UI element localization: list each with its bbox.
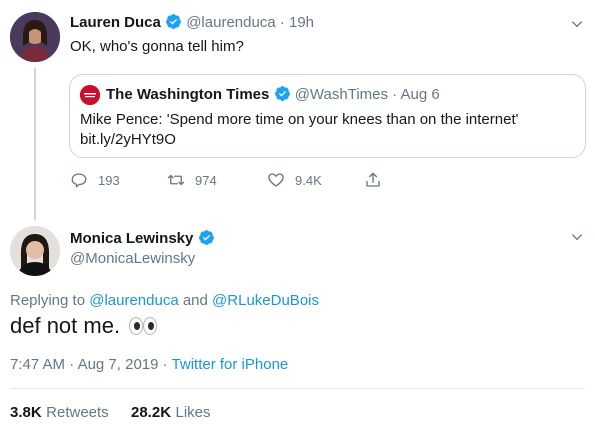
first-tweet-header: Lauren Duca @laurenduca · 19h [70,13,314,31]
quote-author-name: The Washington Times [106,86,270,103]
reply-count: 193 [98,172,120,188]
first-tweet-text: OK, who's gonna tell him? [70,38,244,55]
tweet-time[interactable]: 19h [289,14,314,31]
replying-and: and [182,292,208,309]
reply-user-link[interactable]: @RLukeDuBois [212,292,319,309]
eyes-emoji-icon [129,317,158,335]
share-action[interactable] [364,171,392,189]
avatar-monica-image [10,226,60,276]
main-author-handle[interactable]: @MonicaLewinsky [70,250,195,267]
retweet-action[interactable]: 974 [167,171,217,189]
tweet-date[interactable]: Aug 7, 2019 [78,356,159,373]
replying-prefix: Replying to [10,292,86,309]
quoted-tweet-card[interactable]: The Washington Times @WashTimes · Aug 6 … [69,74,586,158]
divider [10,388,585,389]
tweet-body: def not me. [10,313,121,338]
like-action[interactable]: 9.4K [267,171,322,189]
like-icon [268,173,284,187]
likes-stat[interactable]: 28.2K Likes [131,404,211,422]
reply-action[interactable]: 193 [70,171,120,189]
separator: · [69,356,75,373]
tweet-source[interactable]: Twitter for iPhone [172,356,289,373]
washtimes-logo-icon [80,85,100,105]
chevron-down-icon[interactable] [570,230,584,244]
retweet-count: 974 [195,172,217,188]
retweets-label: Retweets [46,404,109,421]
like-count: 9.4K [295,172,322,188]
avatar-monica[interactable] [10,226,60,276]
washtimes-avatar [80,85,100,105]
retweet-icon [167,174,185,186]
author-handle[interactable]: @laurenduca [186,14,275,31]
reply-icon [71,173,87,188]
retweets-count: 3.8K [10,404,42,421]
verified-icon [274,86,290,101]
main-author-name: Monica Lewinsky [70,229,215,247]
quote-date: Aug 6 [400,86,440,103]
share-icon [366,172,380,187]
reply-user-link[interactable]: @laurenduca [89,292,178,309]
chevron-down-icon[interactable] [570,17,584,31]
avatar-lauren-image [10,12,60,62]
monica-name[interactable]: Monica Lewinsky [70,230,193,247]
tweet-timestamp[interactable]: 7:47 AM [10,356,65,373]
author-name[interactable]: Lauren Duca [70,14,161,31]
thread-line [34,68,36,220]
quote-link[interactable]: bit.ly/2yHYt9O [80,131,176,148]
verified-icon [166,14,181,29]
verified-icon [198,230,214,245]
likes-count: 28.2K [131,404,172,421]
separator: · [392,86,398,103]
quote-header: The Washington Times @WashTimes · Aug 6 [106,85,440,103]
main-tweet-text: def not me. [10,313,158,339]
tweet-meta: 7:47 AM · Aug 7, 2019 · Twitter for iPho… [10,356,288,373]
likes-label: Likes [175,404,211,421]
quote-handle: @WashTimes [294,86,388,103]
avatar-lauren[interactable] [10,12,60,62]
separator: · [162,356,168,373]
separator: · [279,14,285,31]
quote-text: Mike Pence: 'Spend more time on your kne… [80,111,519,128]
replying-to: Replying to @laurenduca and @RLukeDuBois [10,292,319,309]
retweets-stat[interactable]: 3.8K Retweets [10,404,109,422]
